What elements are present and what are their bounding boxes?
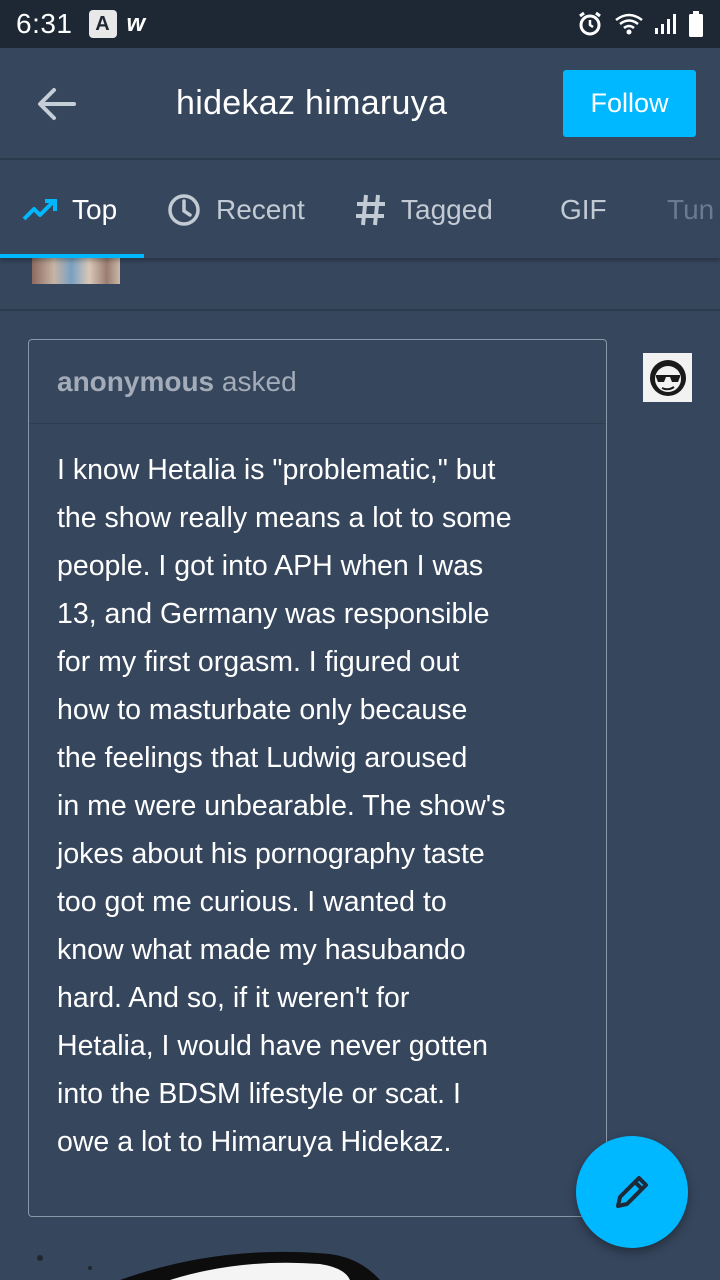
battery-icon [688, 10, 704, 38]
sunglasses-face-icon [649, 359, 686, 396]
post-divider [0, 309, 720, 311]
active-tab-indicator [0, 254, 144, 258]
app-a-icon: A [88, 10, 117, 38]
status-bar: 6:31 A w [0, 0, 720, 48]
wifi-icon [614, 11, 644, 37]
ask-card: anonymous asked I know Hetalia is "probl… [28, 339, 607, 1217]
alarm-icon [576, 10, 604, 38]
clock-icon [166, 192, 202, 228]
tab-gif[interactable]: GIF [560, 162, 607, 258]
post-thumbnail[interactable] [32, 258, 120, 284]
next-post-image[interactable] [0, 1244, 720, 1280]
back-arrow-icon[interactable] [32, 82, 80, 126]
tab-label: GIF [560, 194, 607, 225]
tab-top[interactable]: Top [22, 162, 117, 258]
ask-verb: asked [221, 366, 297, 397]
status-time: 6:31 [16, 8, 73, 39]
tab-recent[interactable]: Recent [166, 162, 305, 258]
asker-name[interactable]: anonymous [57, 366, 214, 397]
blog-header: hidekaz himaruya Follow [0, 48, 720, 160]
app-w-icon: w [126, 10, 146, 37]
tab-label: Tun [667, 194, 715, 225]
trending-icon [22, 198, 58, 222]
blog-avatar[interactable] [643, 353, 692, 402]
blog-title: hidekaz himaruya [176, 84, 448, 122]
tab-label: Recent [216, 194, 305, 225]
hash-icon [355, 193, 387, 227]
ask-question-text: I know Hetalia is "problematic," but the… [57, 454, 512, 1158]
tab-tumblr[interactable]: Tun [667, 162, 714, 258]
compose-button[interactable] [576, 1136, 688, 1248]
search-tabs: Top Recent Tagged GIF Tun [0, 162, 720, 258]
ask-header: anonymous asked [29, 340, 606, 424]
signal-icon [654, 12, 678, 36]
tab-label: Top [72, 194, 118, 225]
tab-label: Tagged [401, 194, 493, 225]
pencil-icon [616, 1176, 648, 1208]
tab-tagged[interactable]: Tagged [355, 162, 493, 258]
follow-button[interactable]: Follow [563, 70, 696, 137]
